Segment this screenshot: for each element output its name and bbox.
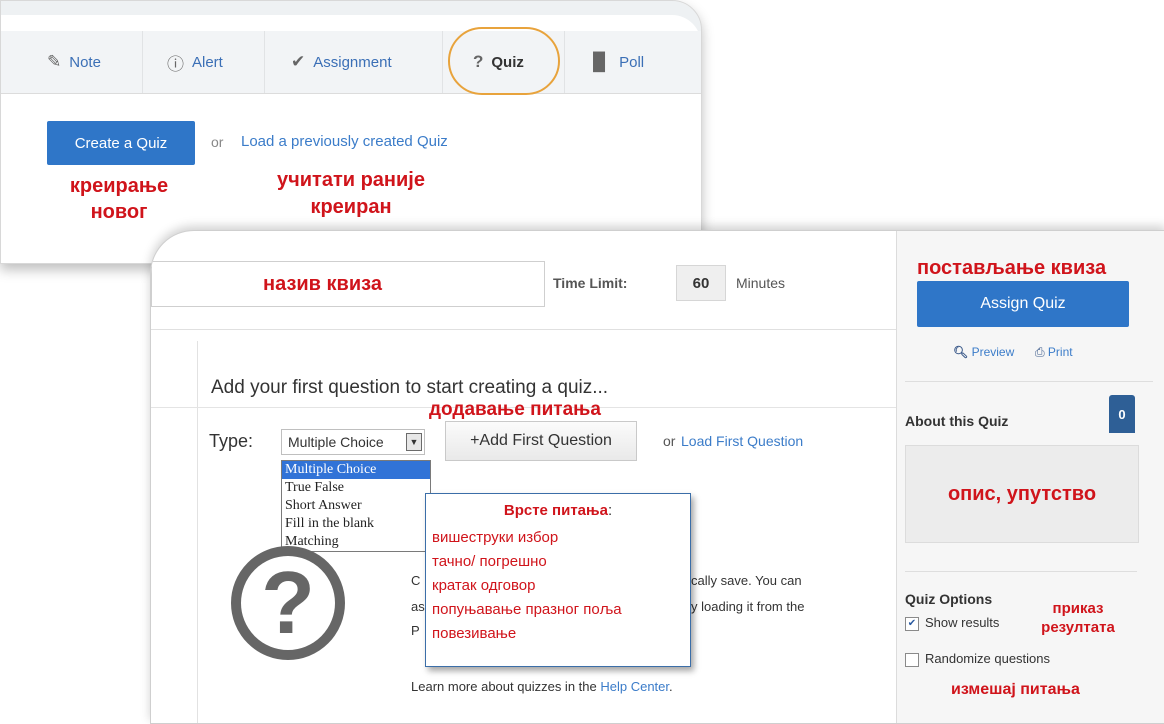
assign-annotation: постављање квиза [917, 257, 1107, 279]
about-quiz-title: About this Quiz [905, 413, 1009, 429]
type-option-true-false[interactable]: True False [282, 479, 430, 497]
tab-note[interactable]: ✎ Note [1, 31, 143, 93]
shuffle-annotation: измешај питања [951, 681, 1080, 698]
results-annotation-line2: резултата [1041, 619, 1115, 636]
results-annotation: приказ резултата [1029, 599, 1127, 637]
body-text-l2-right: y loading it from the [691, 599, 805, 614]
first-question-heading: Add your first question to start creatin… [211, 377, 609, 398]
body-text-l1-left: C [411, 573, 421, 588]
question-type-selected: Multiple Choice [288, 434, 384, 450]
note-icon: ✎ [47, 52, 62, 71]
quiz-options-title: Quiz Options [905, 591, 993, 607]
callout-title-text: Врсте питања [503, 502, 608, 519]
help-center-link[interactable]: Help Center [600, 679, 669, 694]
assign-quiz-button[interactable]: Assign Quiz [917, 281, 1129, 327]
callout-item: попуњавање празног поља [432, 601, 622, 618]
type-option-fill-blank[interactable]: Fill in the blank [282, 515, 430, 533]
alert-icon: ⓘ [167, 54, 184, 74]
or-text: or [211, 134, 224, 150]
quiz-tab-highlight [448, 27, 560, 95]
question-mark-icon: ? [231, 546, 345, 660]
randomize-label: Randomize questions [925, 651, 1051, 666]
or-text-2: or [663, 433, 676, 449]
body-text-l1-right: cally save. You can [691, 573, 802, 588]
question-types-callout: Врсте питања: вишеструки избор тачно/ по… [425, 493, 691, 667]
load-first-question-link[interactable]: Load First Question [681, 433, 803, 449]
quiz-start-panel: ✎ Note ⓘ Alert ✔ Assignment ? Quiz ▐▌ Po… [0, 0, 702, 264]
load-annotation: учитати раније креиран [259, 167, 443, 221]
add-question-annotation: додавање питања [429, 399, 601, 420]
description-annotation: опис, упутство [947, 482, 1097, 505]
randomize-checkbox[interactable] [905, 652, 919, 667]
assignment-icon: ✔ [291, 52, 306, 71]
callout-title-colon: : [607, 502, 613, 519]
type-label: Type: [209, 431, 254, 451]
header-divider [151, 329, 896, 330]
tab-poll-label: Poll [619, 53, 645, 71]
preview-print-row: 🔍︎ Preview ⎙ Print [953, 345, 1073, 360]
load-previous-quiz-link[interactable]: Load a previously created Quiz [241, 133, 448, 150]
time-limit-unit: Minutes [736, 275, 786, 291]
tab-alert[interactable]: ⓘ Alert [143, 31, 265, 93]
callout-title: Врсте питања: [426, 502, 690, 519]
create-quiz-button[interactable]: Create a Quiz [47, 121, 195, 165]
quiz-title-annotation: назив квиза [263, 273, 382, 295]
time-limit-label: Time Limit: [553, 275, 628, 291]
show-results-checkbox[interactable]: ✔ [905, 616, 919, 631]
sidebar-divider [905, 571, 1137, 572]
create-annotation-line2: новог [90, 201, 148, 223]
tab-note-label: Note [69, 53, 101, 71]
tab-assignment-label: Assignment [313, 53, 392, 71]
tab-poll[interactable]: ▐▌ Poll [565, 31, 701, 93]
create-annotation-line1: креирање [69, 175, 169, 197]
quiz-description-box[interactable]: опис, упутство [905, 445, 1139, 543]
callout-item: вишеструки избор [432, 529, 559, 546]
callout-item: повезивање [432, 625, 517, 642]
sidebar-divider [905, 381, 1153, 382]
callout-item: кратак одговор [432, 577, 536, 594]
callout-item: тачно/ погрешно [432, 553, 547, 570]
type-option-short-answer[interactable]: Short Answer [282, 497, 430, 515]
about-quiz-badge: 0 [1109, 395, 1135, 433]
help-text: Learn more about quizzes in the Help Cen… [411, 679, 673, 694]
create-annotation: креирање новог [57, 173, 181, 225]
add-first-question-button[interactable]: +Add First Question [445, 421, 637, 461]
time-limit-input[interactable]: 60 [676, 265, 726, 301]
show-results-option[interactable]: ✔ Show results [905, 615, 999, 631]
callout-list: вишеструки избор тачно/ погрешно кратак … [432, 526, 622, 646]
load-annotation-line2: креиран [310, 196, 392, 218]
help-text-prefix: Learn more about quizzes in the [411, 679, 597, 694]
print-link[interactable]: Print [1048, 345, 1073, 359]
results-annotation-line1: приказ [1052, 600, 1104, 617]
preview-link[interactable]: Preview [972, 345, 1015, 359]
quiz-editor-panel: назив квиза Time Limit: 60 Minutes Add y… [150, 230, 1164, 724]
help-period: . [669, 679, 673, 694]
question-type-select[interactable]: Multiple Choice ▼ [281, 429, 425, 455]
body-text-l3-left: P [411, 623, 420, 638]
preview-icon: 🔍︎ [953, 345, 969, 359]
quiz-sidebar: постављање квиза Assign Quiz 🔍︎ Preview … [896, 231, 1164, 723]
poll-icon: ▐▌ [587, 52, 612, 71]
print-icon: ⎙ [1034, 345, 1045, 359]
show-results-label: Show results [925, 615, 1000, 630]
question-type-dropdown: Multiple Choice True False Short Answer … [281, 460, 431, 552]
load-annotation-line1: учитати раније [277, 169, 425, 191]
post-type-tabbar: ✎ Note ⓘ Alert ✔ Assignment ? Quiz ▐▌ Po… [1, 31, 701, 94]
tab-assignment[interactable]: ✔ Assignment [265, 31, 443, 93]
body-text-l2-left: as [411, 599, 425, 614]
randomize-option[interactable]: Randomize questions [905, 651, 1050, 667]
chevron-down-icon[interactable]: ▼ [406, 433, 422, 451]
tab-alert-label: Alert [192, 53, 223, 71]
type-option-multiple-choice[interactable]: Multiple Choice [282, 461, 430, 479]
